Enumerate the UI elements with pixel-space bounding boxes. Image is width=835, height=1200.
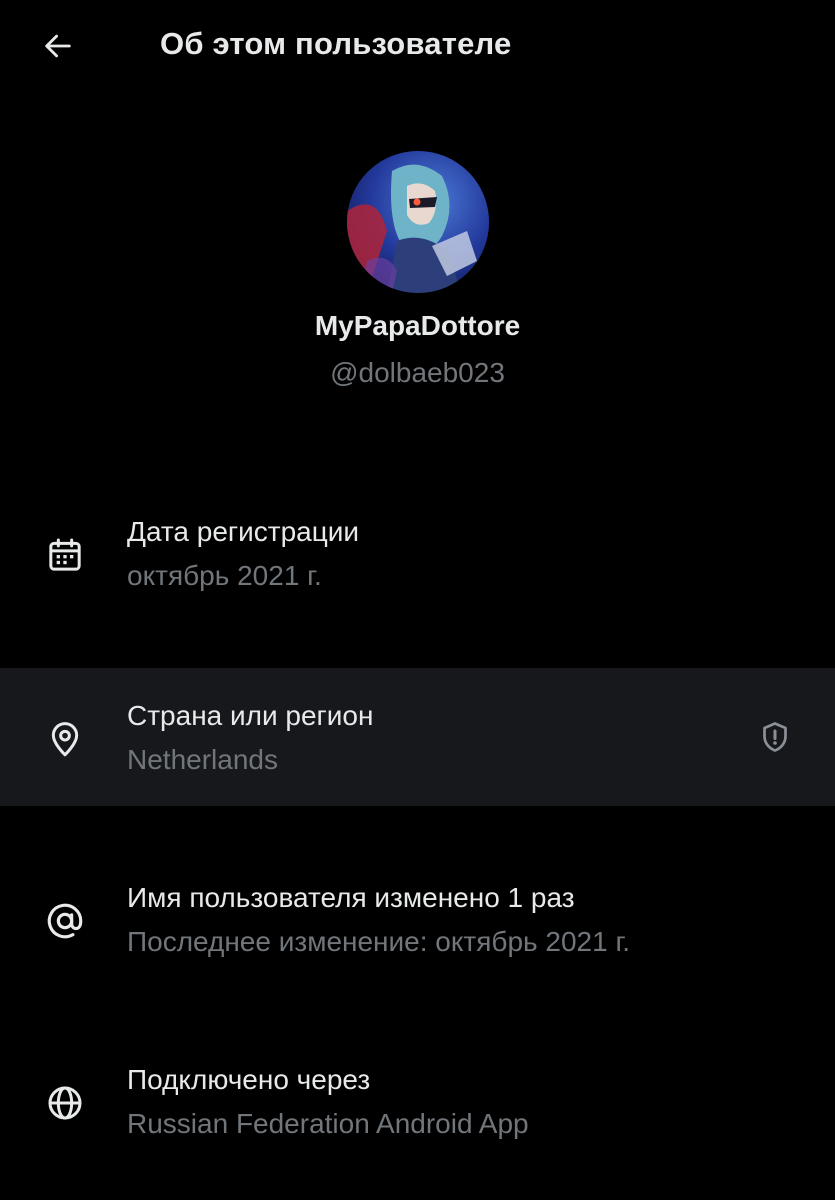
row-subtitle: Netherlands bbox=[127, 744, 278, 775]
shield-alert-icon[interactable] bbox=[751, 713, 799, 761]
row-title: Подключено через bbox=[127, 1064, 371, 1095]
row-title: Имя пользователя изменено 1 раз bbox=[127, 882, 575, 913]
row-subtitle: Последнее изменение: октябрь 2021 г. bbox=[127, 926, 631, 957]
avatar[interactable] bbox=[347, 151, 489, 293]
location-pin-icon bbox=[40, 714, 90, 764]
user-handle: @dolbaeb023 bbox=[330, 357, 505, 388]
page-title: Об этом пользователе bbox=[160, 26, 512, 61]
row-title: Дата регистрации bbox=[127, 516, 360, 547]
row-subtitle: октябрь 2021 г. bbox=[127, 560, 322, 591]
top-app-bar: Об этом пользователе bbox=[0, 0, 835, 92]
display-name: MyPapaDottore bbox=[314, 310, 521, 341]
info-row-connected-via: Подключено через Russian Federation Andr… bbox=[0, 1048, 835, 1168]
arrow-left-icon bbox=[45, 34, 71, 58]
row-title: Страна или регион bbox=[127, 700, 374, 731]
at-sign-icon bbox=[40, 896, 90, 946]
info-row-username-changes: Имя пользователя изменено 1 раз Последне… bbox=[0, 866, 835, 986]
back-button[interactable] bbox=[34, 22, 82, 70]
row-subtitle: Russian Federation Android App bbox=[127, 1108, 529, 1139]
globe-icon bbox=[40, 1078, 90, 1128]
info-row-country[interactable]: Страна или регион Netherlands bbox=[0, 668, 835, 806]
info-row-registration: Дата регистрации октябрь 2021 г. bbox=[0, 500, 835, 620]
calendar-icon bbox=[40, 530, 90, 580]
